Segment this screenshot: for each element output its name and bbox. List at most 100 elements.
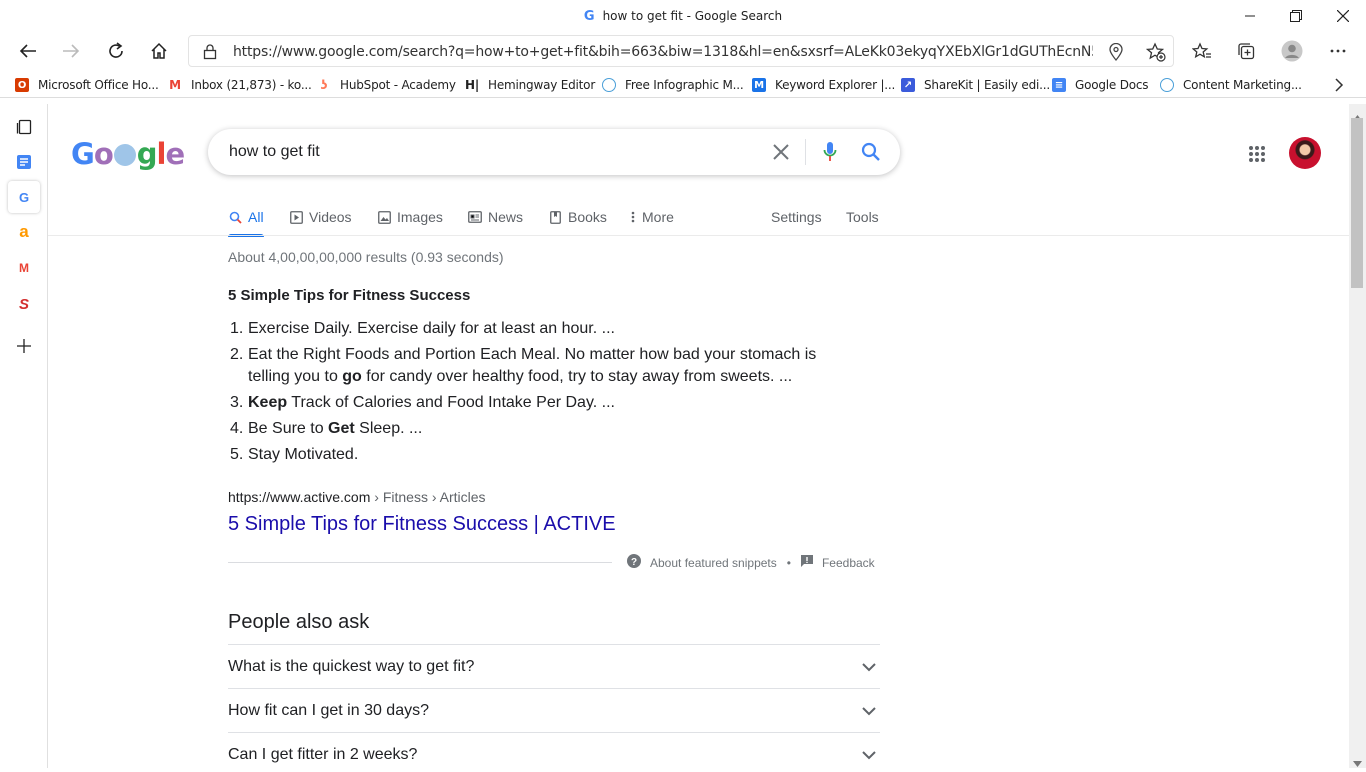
bookmark-label: Free Infographic M... bbox=[625, 78, 744, 92]
bookmark-label: Inbox (21,873) - ko... bbox=[191, 78, 312, 92]
refresh-button[interactable] bbox=[100, 35, 132, 67]
paa-question[interactable]: How fit can I get in 30 days? bbox=[228, 688, 880, 732]
tab-images[interactable]: Images bbox=[377, 200, 443, 234]
favorites-icon[interactable] bbox=[1186, 35, 1218, 67]
paa-question-text: Can I get fitter in 2 weeks? bbox=[228, 745, 418, 763]
sidebar-gmail-icon[interactable]: M bbox=[8, 252, 40, 284]
tab-more[interactable]: More bbox=[630, 200, 674, 234]
tab-books[interactable]: Books bbox=[548, 200, 607, 234]
clear-search-icon[interactable] bbox=[773, 144, 789, 165]
tab-label: Videos bbox=[309, 209, 352, 225]
list-text: Keep Track of Calories and Food Intake P… bbox=[248, 392, 615, 414]
bookmark-label: Microsoft Office Ho... bbox=[38, 78, 159, 92]
snippet-divider bbox=[228, 562, 612, 563]
result-breadcrumb: › Fitness › Articles bbox=[370, 489, 486, 505]
list-number: 4. bbox=[230, 420, 244, 437]
list-number: 5. bbox=[230, 446, 244, 463]
bookmark-sharekit[interactable]: ↗ ShareKit | Easily edi... bbox=[901, 75, 1050, 95]
add-favorite-icon[interactable] bbox=[1145, 42, 1166, 67]
restore-button[interactable] bbox=[1273, 0, 1319, 32]
tab-tools[interactable]: Tools bbox=[846, 200, 879, 234]
apps-grid-icon[interactable] bbox=[1248, 145, 1266, 168]
result-url: https://www.active.com bbox=[228, 489, 371, 505]
sidebar-add-icon[interactable] bbox=[8, 330, 40, 362]
tab-label: Books bbox=[568, 209, 607, 225]
moz-icon: M bbox=[752, 78, 766, 92]
image-icon bbox=[377, 210, 391, 224]
list-text-line2: telling you to go for candy over healthy… bbox=[248, 366, 792, 388]
profile-avatar-icon[interactable] bbox=[1276, 35, 1308, 67]
more-menu-icon[interactable] bbox=[1322, 35, 1354, 67]
bookmark-google-docs[interactable]: ≡ Google Docs bbox=[1052, 75, 1149, 95]
search-divider bbox=[805, 139, 806, 165]
search-input[interactable]: how to get fit bbox=[229, 143, 320, 161]
separator: • bbox=[786, 555, 791, 570]
tab-settings[interactable]: Settings bbox=[771, 200, 822, 234]
browser-sidebar: G a M S bbox=[0, 104, 48, 768]
list-number: 2. bbox=[230, 346, 244, 363]
bookmark-label: ShareKit | Easily edi... bbox=[924, 78, 1050, 92]
sharekit-icon: ↗ bbox=[901, 78, 915, 92]
result-link[interactable]: 5 Simple Tips for Fitness Success | ACTI… bbox=[228, 513, 616, 536]
bookmark-hubspot[interactable]: ʖ HubSpot - Academy bbox=[317, 75, 456, 95]
scrollbar-thumb[interactable] bbox=[1351, 118, 1363, 288]
collections-icon[interactable] bbox=[1230, 35, 1262, 67]
sidebar-google-icon[interactable]: G bbox=[8, 181, 40, 213]
bookmark-label: Content Marketing... bbox=[1183, 78, 1302, 92]
scroll-down-icon[interactable] bbox=[1353, 754, 1362, 772]
tab-label: All bbox=[248, 209, 264, 225]
text-part: telling you to bbox=[248, 368, 343, 385]
people-also-ask-heading: People also ask bbox=[228, 611, 370, 633]
tab-all[interactable]: All bbox=[228, 200, 264, 234]
minimize-button[interactable] bbox=[1227, 0, 1273, 32]
address-bar[interactable]: https://www.google.com/search?q=how+to+g… bbox=[188, 35, 1174, 67]
paa-question-text: What is the quickest way to get fit? bbox=[228, 657, 475, 675]
chevron-down-icon bbox=[862, 703, 876, 721]
list-text: Eat the Right Foods and Portion Each Mea… bbox=[248, 346, 817, 363]
book-icon bbox=[548, 210, 562, 224]
tab-label: Images bbox=[397, 209, 443, 225]
paa-question[interactable]: Can I get fitter in 2 weeks? bbox=[228, 732, 880, 768]
hubspot-icon: ʖ bbox=[317, 78, 331, 92]
result-citation[interactable]: https://www.active.com › Fitness › Artic… bbox=[228, 489, 486, 505]
location-icon[interactable] bbox=[1108, 42, 1124, 66]
tab-videos[interactable]: Videos bbox=[289, 200, 352, 234]
tab-actions-icon[interactable] bbox=[8, 111, 40, 143]
paa-question[interactable]: What is the quickest way to get fit? bbox=[228, 644, 880, 688]
news-icon bbox=[468, 210, 482, 224]
voice-search-icon[interactable] bbox=[823, 141, 837, 168]
url-text[interactable]: https://www.google.com/search?q=how+to+g… bbox=[233, 44, 1093, 60]
bookmark-infographic[interactable]: Free Infographic M... bbox=[602, 75, 744, 95]
sidebar-amazon-icon[interactable]: a bbox=[8, 216, 40, 248]
forward-button[interactable] bbox=[55, 35, 87, 67]
bookmark-label: Keyword Explorer |... bbox=[775, 78, 896, 92]
search-icon[interactable] bbox=[861, 142, 881, 167]
home-button[interactable] bbox=[143, 35, 175, 67]
sidebar-s-icon[interactable]: S bbox=[8, 288, 40, 320]
text-part: Track of Calories and Food Intake Per Da… bbox=[287, 394, 615, 411]
bookmarks-overflow-chevron-icon[interactable] bbox=[1334, 75, 1344, 95]
lock-icon[interactable] bbox=[203, 44, 217, 65]
account-avatar[interactable] bbox=[1289, 137, 1321, 169]
feedback-link[interactable]: Feedback bbox=[822, 556, 875, 570]
bookmark-office[interactable]: O Microsoft Office Ho... bbox=[15, 75, 159, 95]
window-title-text: how to get fit - Google Search bbox=[602, 9, 783, 23]
sidebar-docs-icon[interactable] bbox=[8, 146, 40, 178]
bookmark-keyword-explorer[interactable]: M Keyword Explorer |... bbox=[752, 75, 895, 95]
bookmarks-bar: O Microsoft Office Ho... M Inbox (21,873) … bbox=[0, 70, 1366, 98]
bookmark-hemingway[interactable]: H| Hemingway Editor bbox=[465, 75, 595, 95]
bold-text: Get bbox=[328, 420, 355, 437]
close-window-button[interactable] bbox=[1320, 0, 1366, 32]
search-box[interactable]: how to get fit bbox=[208, 129, 900, 175]
snippet-footer: ? About featured snippets • Feedback bbox=[627, 554, 875, 571]
snippet-title: 5 Simple Tips for Fitness Success bbox=[228, 287, 471, 304]
about-snippets-link[interactable]: About featured snippets bbox=[650, 556, 777, 570]
tab-label: Tools bbox=[846, 209, 879, 225]
office-icon: O bbox=[15, 78, 29, 92]
tab-news[interactable]: News bbox=[468, 200, 523, 234]
hemingway-icon: H| bbox=[464, 78, 480, 92]
back-button[interactable] bbox=[12, 35, 44, 67]
google-logo[interactable]: Go gle bbox=[71, 137, 185, 171]
bookmark-content-marketing[interactable]: Content Marketing... bbox=[1160, 75, 1302, 95]
bookmark-inbox[interactable]: M Inbox (21,873) - ko... bbox=[168, 75, 312, 95]
